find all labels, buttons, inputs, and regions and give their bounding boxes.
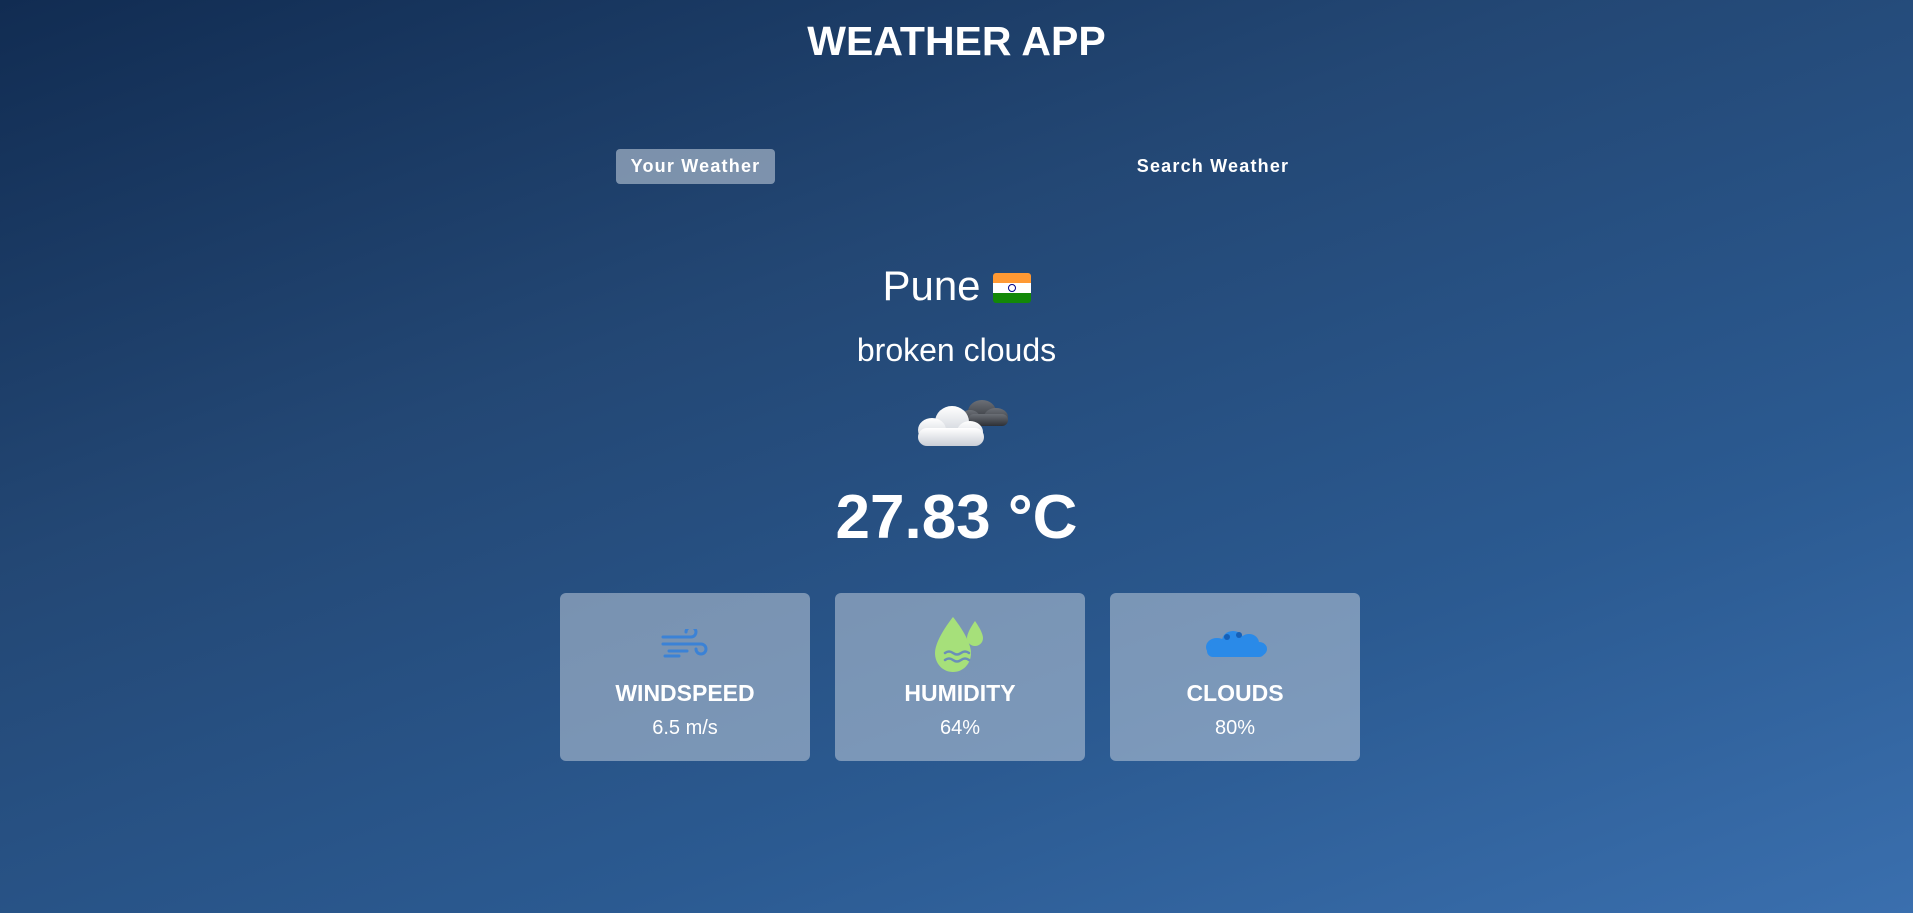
wind-icon (560, 629, 810, 659)
humidity-value: 64% (939, 717, 981, 739)
windspeed-card: WINDSPEED 6.5 m/s (560, 593, 810, 761)
humidity-icon (835, 615, 1085, 673)
humidity-label: HUMIDITY (904, 680, 1016, 706)
city-name: Pune (882, 262, 981, 309)
tab-search-weather[interactable]: Search Weather (1120, 149, 1306, 184)
india-flag-icon (992, 273, 1031, 303)
app-title: WEATHER APP (807, 18, 1106, 64)
windspeed-value: 6.5 m/s (652, 717, 718, 739)
clouds-card: CLOUDS 80% (1110, 593, 1360, 761)
cloud-icon (1110, 629, 1360, 659)
temperature-value: 27.83 °C (835, 483, 1078, 552)
clouds-label: CLOUDS (1186, 680, 1284, 706)
weather-description: broken clouds (856, 332, 1057, 368)
tab-your-weather[interactable]: Your Weather (616, 149, 775, 184)
windspeed-label: WINDSPEED (615, 680, 755, 706)
broken-clouds-icon (918, 400, 1008, 446)
humidity-card: HUMIDITY 64% (835, 593, 1085, 761)
location-row: Pune (0, 262, 1913, 310)
clouds-value: 80% (1214, 717, 1256, 739)
